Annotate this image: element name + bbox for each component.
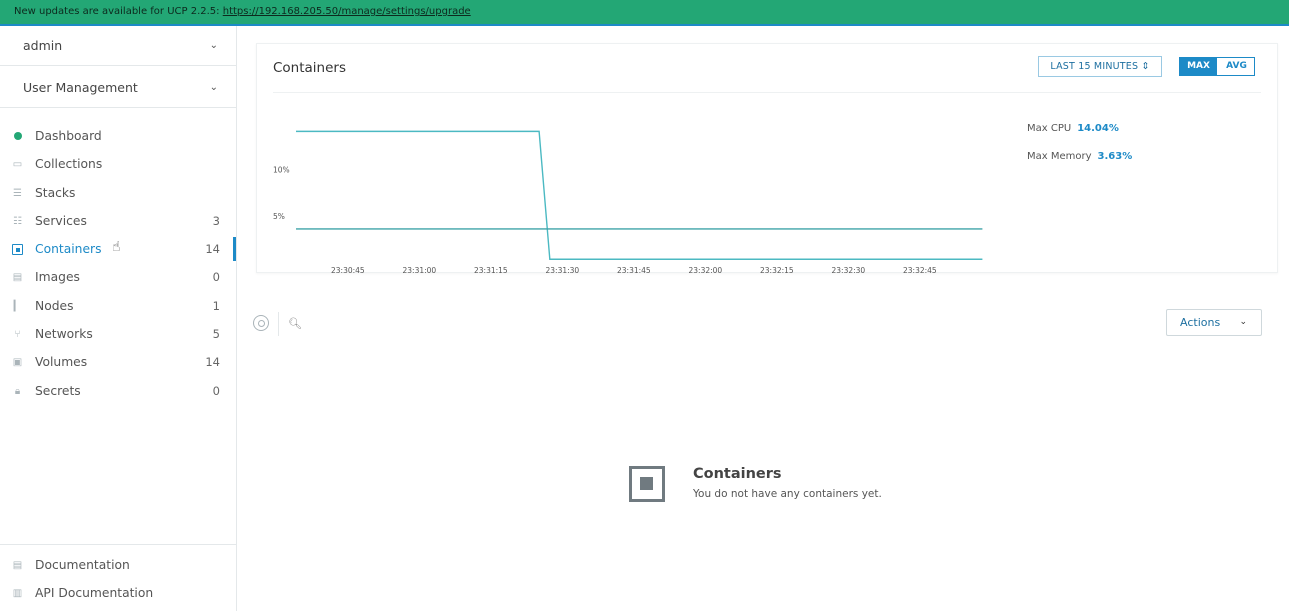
chevron-down-icon: ⌄ <box>209 40 218 51</box>
container-icon <box>12 244 23 256</box>
banner-text: New updates are available for UCP 2.2.5: <box>14 6 220 17</box>
up-down-icon: ⇕ <box>1141 61 1150 72</box>
sidebar-item-services[interactable]: ☷ Services 3 <box>0 207 236 235</box>
sidebar-item-count: 14 <box>205 355 220 370</box>
sidebar-item-count: 3 <box>212 213 220 228</box>
sidebar-item-count: 5 <box>212 327 220 342</box>
sidebar-item-label: Collections <box>35 157 103 172</box>
x-tick-label: 23:32:45 <box>903 266 937 274</box>
org-select[interactable]: User Management ⌄ <box>0 68 236 108</box>
sidebar-item-images[interactable]: ▤ Images 0 <box>0 263 236 291</box>
user-select-label: admin <box>23 38 63 53</box>
sidebar-item-api-documentation[interactable]: ▥ API Documentation <box>0 579 236 607</box>
sidebar-item-label: Volumes <box>35 355 88 370</box>
main-content: Containers LAST 15 MINUTES ⇕ MAX AVG 5% 1… <box>237 26 1289 611</box>
sidebar-item-documentation[interactable]: ▤ Documentation <box>0 551 236 579</box>
time-range-select[interactable]: LAST 15 MINUTES ⇕ <box>1038 56 1162 77</box>
sidebar-item-count: 14 <box>205 242 220 257</box>
update-banner: New updates are available for UCP 2.2.5:… <box>0 0 1289 26</box>
divider <box>273 92 1261 93</box>
volume-icon: ▣ <box>12 357 23 369</box>
sidebar-item-label: Images <box>35 270 80 285</box>
x-tick-label: 23:32:15 <box>760 266 794 274</box>
x-tick-label: 23:32:00 <box>689 266 723 274</box>
sidebar-item-label: Services <box>35 213 87 228</box>
sidebar-item-stacks[interactable]: ☰ Stacks <box>0 179 236 207</box>
sidebar-item-collections[interactable]: ▭ Collections <box>0 150 236 178</box>
x-tick-label: 23:32:30 <box>832 266 866 274</box>
services-icon: ☷ <box>13 215 22 227</box>
actions-button[interactable]: Actions ⌄ <box>1166 309 1262 336</box>
sidebar-item-label: API Documentation <box>35 586 154 601</box>
x-tick-label: 23:31:30 <box>546 266 580 274</box>
sidebar-item-count: 0 <box>212 270 220 285</box>
memory-value: 3.63% <box>1097 151 1133 162</box>
hand-cursor-icon: ☝ <box>112 239 121 255</box>
empty-state: Containers You do not have any container… <box>629 464 1049 514</box>
x-tick-label: 23:31:15 <box>474 266 508 274</box>
cpu-label: Max CPU <box>1027 123 1072 134</box>
document-icon: ▤ <box>12 560 23 571</box>
sidebar-item-label: Containers <box>35 242 102 257</box>
sidebar-item-volumes[interactable]: ▣ Volumes 14 <box>0 348 236 376</box>
x-tick-label: 23:30:45 <box>331 266 365 274</box>
collections-icon: ▭ <box>12 159 23 171</box>
chevron-down-icon: ⌄ <box>209 82 218 93</box>
sidebar-item-count: 0 <box>212 383 220 398</box>
sidebar-item-label: Nodes <box>35 298 74 313</box>
sidebar-item-label: Documentation <box>35 558 130 572</box>
legend-cpu: Max CPU 14.04% <box>1027 123 1132 151</box>
list-toolbar: 🔍︎ Actions ⌄ <box>251 309 1281 353</box>
dashboard-dot-icon <box>14 132 22 140</box>
search-icon[interactable]: 🔍︎ <box>288 317 302 330</box>
chart-legend: Max CPU 14.04% Max Memory 3.63% <box>1027 123 1132 179</box>
y-tick-label: 5% <box>273 212 285 221</box>
sidebar-item-secrets[interactable]: 🔒︎ Secrets 0 <box>0 377 236 405</box>
image-icon: ▤ <box>12 272 23 284</box>
max-avg-toggle: MAX AVG <box>1179 57 1255 76</box>
api-document-icon: ▥ <box>12 588 23 600</box>
empty-state-message: You do not have any containers yet. <box>693 488 882 500</box>
sidebar-item-label: Networks <box>35 327 93 342</box>
container-icon <box>629 466 665 502</box>
sidebar-item-dashboard[interactable]: Dashboard <box>0 122 236 150</box>
sidebar-item-label: Dashboard <box>35 129 102 143</box>
network-icon: ⑂ <box>14 329 21 341</box>
sidebar-item-count: 1 <box>212 298 220 313</box>
memory-label: Max Memory <box>1027 151 1092 162</box>
lock-icon: 🔒︎ <box>14 385 21 397</box>
time-range-label: LAST 15 MINUTES <box>1050 61 1139 72</box>
x-tick-label: 23:31:45 <box>617 266 651 274</box>
legend-memory: Max Memory 3.63% <box>1027 151 1132 179</box>
containers-line-chart: 5% 10% 23:30:45 23:31:00 23:31:15 23:31:30 23:… <box>273 130 983 274</box>
max-button[interactable]: MAX <box>1180 58 1217 75</box>
sidebar-item-label: Stacks <box>35 185 76 200</box>
chevron-down-icon: ⌄ <box>1239 317 1247 327</box>
stacks-icon: ☰ <box>13 187 22 199</box>
sidebar-item-nodes[interactable]: ▎ Nodes 1 <box>0 292 236 320</box>
x-tick-label: 23:31:00 <box>403 266 437 274</box>
user-select[interactable]: admin ⌄ <box>0 26 236 66</box>
metrics-panel: Containers LAST 15 MINUTES ⇕ MAX AVG 5% 1… <box>256 43 1278 274</box>
toolbar-divider <box>278 312 279 336</box>
sidebar-nav: Dashboard ▭ Collections ☰ Stacks ☷ Servi… <box>0 122 236 405</box>
panel-title: Containers <box>273 60 347 76</box>
sidebar-item-networks[interactable]: ⑂ Networks 5 <box>0 320 236 348</box>
upgrade-link[interactable]: https://192.168.205.50/manage/settings/u… <box>223 6 471 17</box>
series-line-max-cpu <box>296 130 983 260</box>
sidebar-footer: ▤ Documentation ▥ API Documentation <box>0 544 236 608</box>
empty-state-title: Containers <box>693 466 782 482</box>
y-tick-label: 10% <box>273 165 290 174</box>
actions-label: Actions <box>1180 316 1221 329</box>
sidebar-item-label: Secrets <box>35 383 81 398</box>
avg-button[interactable]: AVG <box>1218 58 1255 75</box>
org-select-label: User Management <box>23 80 138 95</box>
settings-icon[interactable] <box>253 315 269 331</box>
node-icon: ▎ <box>13 300 22 312</box>
cpu-value: 14.04% <box>1077 123 1119 134</box>
sidebar: admin ⌄ User Management ⌄ Dashboard ▭ Co… <box>0 26 237 611</box>
